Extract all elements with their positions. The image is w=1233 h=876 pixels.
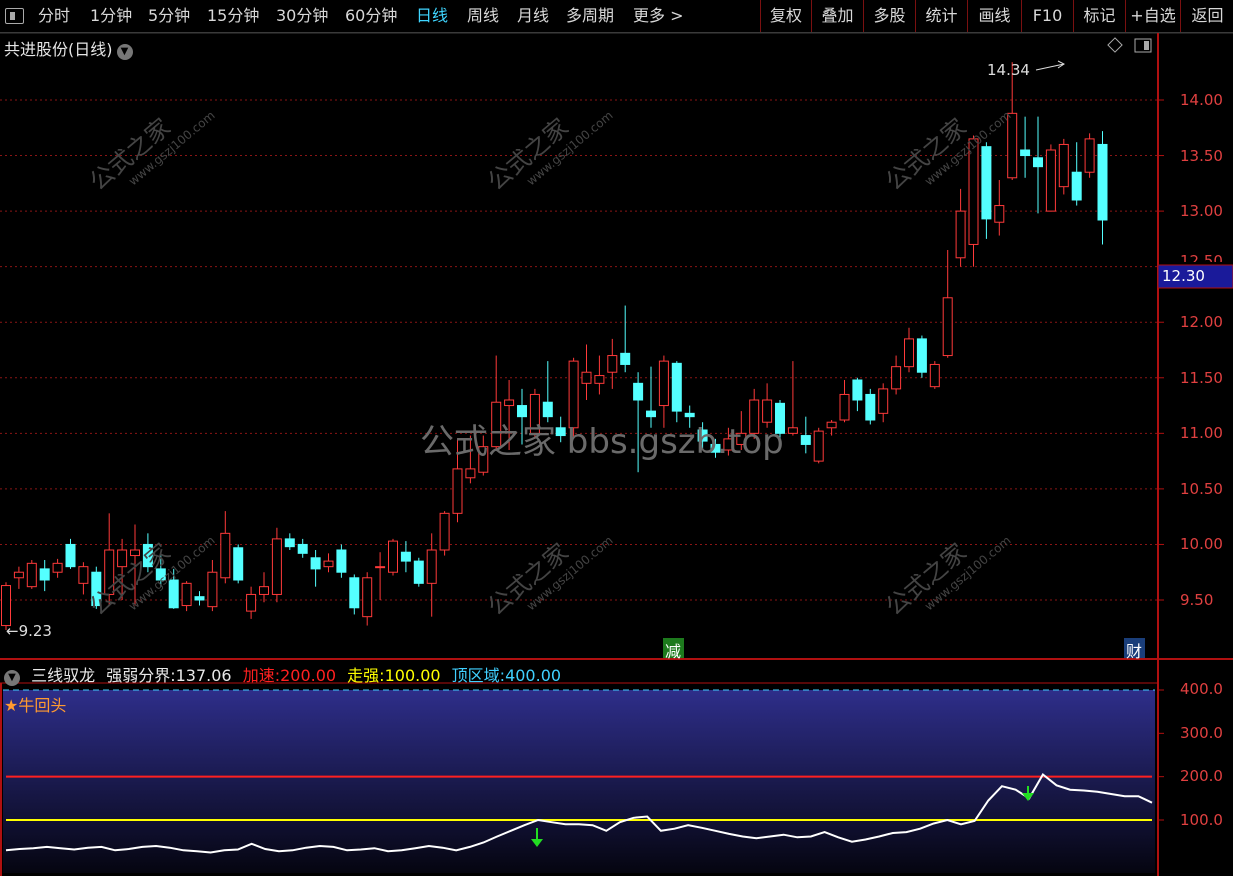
candle [388,538,398,576]
candle [104,513,115,606]
candle [620,305,631,373]
indicator-axis-label: 300.0 [1180,724,1223,742]
price-axis-label: 12.00 [1180,313,1223,331]
candle [981,142,992,239]
candle [220,511,231,584]
candle [194,591,205,606]
candle [1097,131,1108,245]
candle [439,511,450,556]
current-price-tag: 12.30 [1162,267,1205,285]
candle [426,533,437,617]
candle [39,560,50,592]
candle [826,420,837,436]
candle [246,586,257,619]
candle [284,533,295,550]
indicator-axis-label: 100.0 [1180,811,1223,829]
chevron-down-icon[interactable]: ▼ [116,44,133,60]
candle [349,574,360,615]
candle [1033,116,1043,214]
candle [323,553,334,573]
candle [142,533,153,573]
price-axis-label: 11.50 [1180,369,1223,387]
candle [1007,62,1018,180]
candle [297,538,308,558]
indicator-item-accel: 加速:200.00 [242,666,337,685]
candle [994,180,1005,236]
candle [904,327,914,373]
indicator-axis-label: 200.0 [1180,767,1223,785]
candle [1045,144,1056,212]
candle [852,377,863,412]
candle [117,538,128,600]
candle [865,388,876,425]
candle [413,557,424,587]
candle [891,355,902,395]
candle [400,541,411,573]
indicator-axis-label: 400.0 [1180,680,1223,698]
signal-label: ★牛回头 [4,696,67,715]
candle [78,562,89,595]
candle [607,338,618,389]
indicator-item-strong: 走强:100.00 [347,666,441,685]
cai-tag[interactable]: 财 [1124,638,1144,662]
low-price-label: ←9.23 [6,622,52,640]
candle [168,568,179,609]
candle [65,538,76,569]
chevron-down-icon[interactable]: ▼ [4,670,20,686]
stock-name: 共进股份(日线) [4,40,113,59]
candle [155,555,166,587]
price-axis-label: 14.00 [1180,91,1223,109]
candle [955,188,966,267]
candle [594,355,605,395]
stock-title[interactable]: 共进股份(日线) ▼ [4,36,133,60]
indicator-zone-fill [3,690,1155,873]
candle [271,527,282,603]
price-axis-label: 10.00 [1180,535,1223,553]
candle [336,544,347,578]
candle [878,383,889,423]
candle [800,416,811,454]
candle [207,560,218,612]
price-axis-label: 9.50 [1180,591,1214,609]
candle [1020,116,1031,178]
candle [929,361,940,389]
indicator-item-top: 顶区域:400.00 [451,666,562,685]
candle [91,566,102,609]
candle [968,135,979,267]
indicator-name: 三线驭龙 [31,666,96,685]
candle [259,572,269,603]
candle [26,560,37,589]
candle [581,344,592,400]
indicator-header: ▼ 三线驭龙 强弱分界:137.06 加速:200.00 走强:100.00 顶… [4,662,567,686]
candle [52,558,63,578]
price-axis-label: 10.50 [1180,480,1223,498]
candle [1058,138,1069,195]
price-axis-label: 13.50 [1180,147,1223,165]
indicator-item-strength: 强弱分界:137.06 [106,666,232,685]
high-price-label: 14.34 [987,61,1030,79]
center-watermark: 公式之家 bbs.gszb.top [420,422,784,462]
candle [813,427,824,464]
candle [787,361,798,436]
candle [130,524,140,606]
candle [233,544,244,584]
jian-tag[interactable]: 减 [663,638,683,662]
candle [362,572,373,626]
price-axis-label: 13.00 [1180,202,1223,220]
price-axis-label: 11.00 [1180,424,1223,442]
candle [13,566,24,589]
candle [916,335,927,378]
candle [1071,142,1082,206]
candle [1084,133,1095,178]
candle [181,581,192,612]
candle [839,380,850,423]
candle [375,552,386,600]
diamond-icon[interactable] [1107,37,1123,53]
candle [310,550,321,587]
